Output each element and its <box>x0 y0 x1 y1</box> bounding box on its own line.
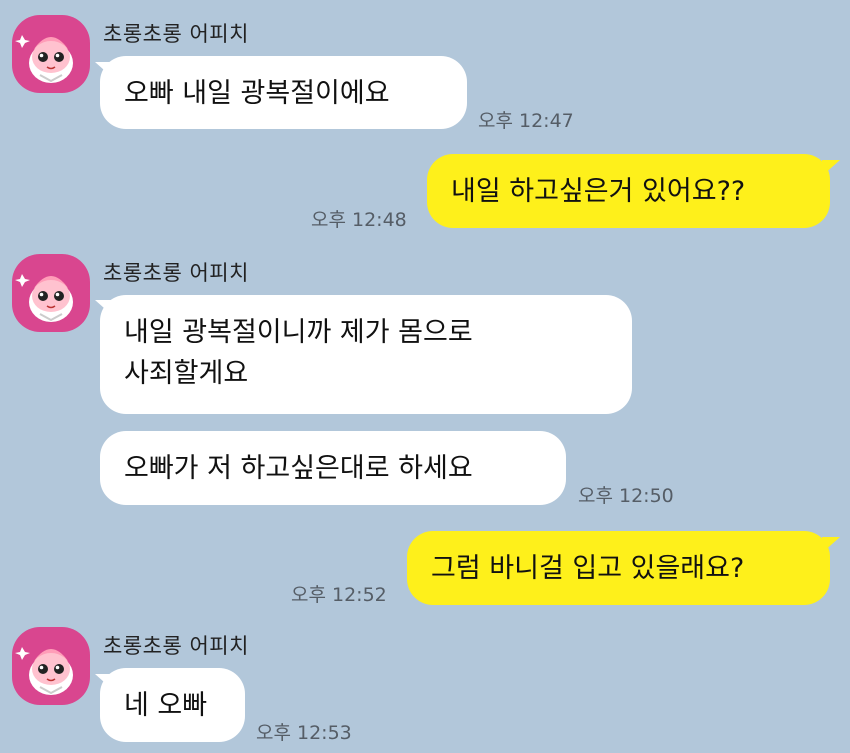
message-text: 내일 하고싶은거 있어요?? <box>451 176 746 207</box>
message-time: 오후 12:52 <box>291 584 387 606</box>
message-bubble[interactable]: 내일 하고싶은거 있어요?? <box>427 154 830 228</box>
message-text-line: 내일 광복절이니까 제가 몸으로 <box>124 317 473 348</box>
bubble-tail <box>822 537 840 553</box>
message-bubble[interactable]: 네 오빠 <box>100 668 245 742</box>
sender-name: 초롱초롱 어피치 <box>103 634 249 658</box>
sender-name: 초롱초롱 어피치 <box>103 22 249 46</box>
message-time: 오후 12:50 <box>578 485 674 507</box>
message-time: 오후 12:53 <box>256 722 352 744</box>
message-bubble[interactable]: 오빠가 저 하고싶은대로 하세요 <box>100 431 566 505</box>
apeach-icon[interactable] <box>12 254 90 332</box>
message-text: 오빠가 저 하고싶은대로 하세요 <box>124 453 473 484</box>
message-bubble[interactable]: 오빠 내일 광복절이에요 <box>100 56 467 129</box>
chat-area: 초롱초롱 어피치 오빠 내일 광복절이에요 오후 12:47 오후 12:48 … <box>0 0 850 753</box>
message-bubble[interactable]: 내일 광복절이니까 제가 몸으로 사죄할게요 <box>100 295 632 414</box>
message-text: 오빠 내일 광복절이에요 <box>124 78 390 109</box>
message-time: 오후 12:47 <box>478 110 574 132</box>
message-bubble[interactable]: 그럼 바니걸 입고 있을래요? <box>407 531 830 605</box>
message-text: 그럼 바니걸 입고 있을래요? <box>431 553 745 584</box>
message-time: 오후 12:48 <box>311 209 407 231</box>
bubble-tail <box>822 160 840 176</box>
apeach-icon[interactable] <box>12 627 90 705</box>
message-text-line: 사죄할게요 <box>124 358 249 389</box>
apeach-icon[interactable] <box>12 15 90 93</box>
sender-name: 초롱초롱 어피치 <box>103 261 249 285</box>
message-text: 네 오빠 <box>124 690 208 721</box>
